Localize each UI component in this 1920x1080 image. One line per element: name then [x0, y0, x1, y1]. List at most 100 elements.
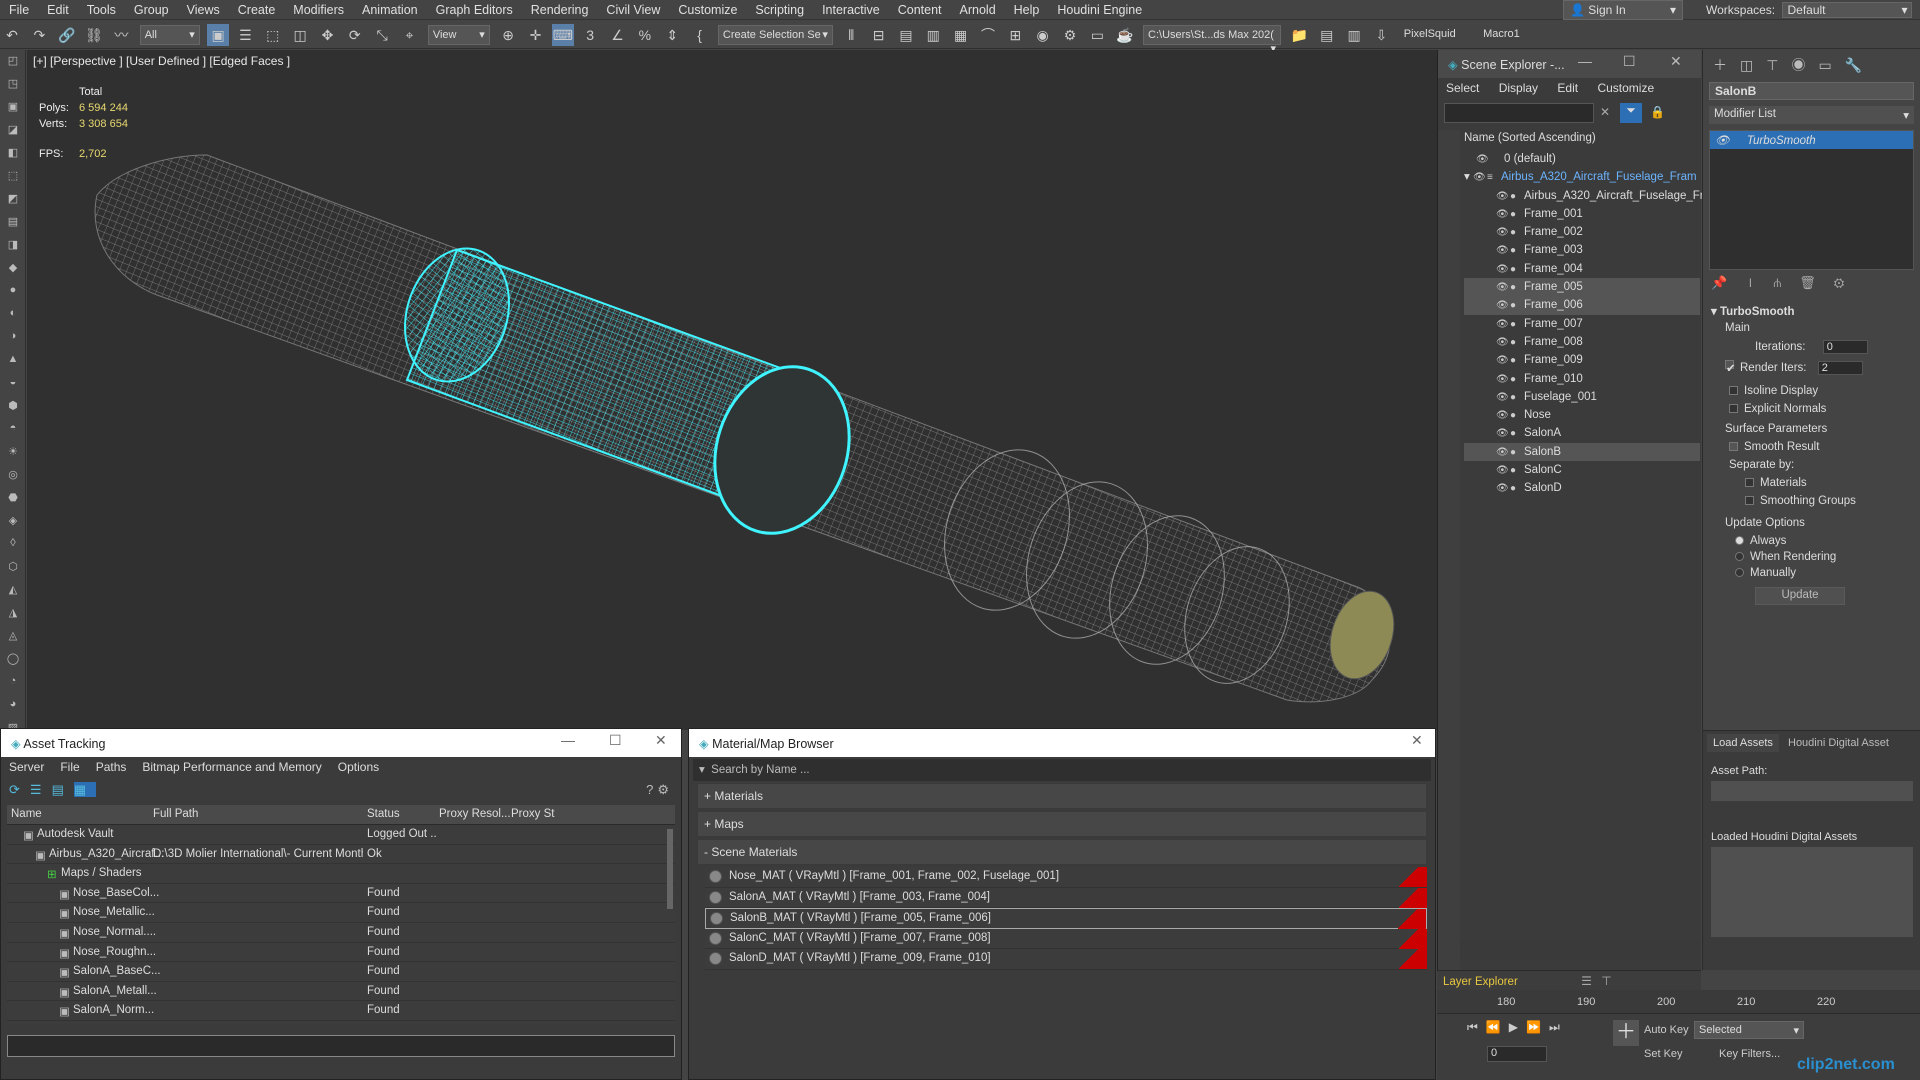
left-tool-15-icon[interactable]: ◒ — [4, 376, 22, 392]
section-scene-materials[interactable]: - Scene Materials — [697, 839, 1427, 865]
key-filters-button[interactable]: Key Filters... — [1719, 1048, 1780, 1060]
tab-houdini-digital-asset[interactable]: Houdini Digital Asset — [1782, 734, 1895, 752]
keyboard-shortcut-toggle-icon[interactable]: ⌨ — [551, 24, 574, 46]
next-frame-icon[interactable]: ⏩ — [1526, 1020, 1549, 1034]
menu-interactive[interactable]: Interactive — [813, 0, 889, 20]
search-input[interactable] — [1444, 103, 1594, 123]
left-tool-5-icon[interactable]: ◧ — [4, 146, 22, 162]
left-tool-2-icon[interactable]: ◳ — [4, 77, 22, 93]
viewport-perspective[interactable]: [+] [Perspective ] [User Defined ] [Edge… — [27, 50, 1437, 730]
visibility-eye-icon[interactable]: 👁 — [1496, 334, 1510, 352]
left-tool-13-icon[interactable]: ◑ — [4, 330, 22, 346]
scene-item[interactable]: 👁● Frame_005 — [1464, 278, 1700, 297]
settings-icon[interactable]: ⚙ — [657, 782, 673, 797]
menu-animation[interactable]: Animation — [353, 0, 427, 20]
visibility-eye-icon[interactable]: 👁 — [1496, 224, 1510, 242]
visibility-eye-icon[interactable]: 👁 — [1476, 151, 1490, 169]
scene-item[interactable]: 👁● Frame_003 — [1464, 241, 1700, 259]
table-row[interactable]: ▣ Nose_Metallic... Found — [7, 903, 675, 923]
visibility-eye-icon[interactable]: 👁 — [1496, 371, 1510, 389]
scene-item[interactable]: 👁● Nose — [1464, 406, 1700, 424]
left-tool-6-icon[interactable]: ⬚ — [4, 169, 22, 185]
create-tab-icon[interactable]: ＋ — [1713, 57, 1740, 73]
minimize-icon[interactable]: — — [561, 732, 575, 748]
scene-item[interactable]: 👁● Frame_007 — [1464, 315, 1700, 333]
collapse-icon[interactable]: ▾ — [1711, 306, 1717, 318]
modify-tab-icon[interactable]: ◫ — [1740, 57, 1766, 73]
scene-item[interactable]: 👁● Fuselage_001 — [1464, 388, 1700, 406]
menu-customize[interactable]: Customize — [669, 0, 746, 20]
left-tool-7-icon[interactable]: ◩ — [4, 192, 22, 208]
align-icon[interactable]: ⊟ — [868, 24, 890, 46]
link-icon[interactable]: 🔗 — [56, 24, 78, 46]
visibility-eye-icon[interactable]: 👁 — [1496, 316, 1510, 334]
left-tool-9-icon[interactable]: ◨ — [4, 238, 22, 254]
unlink-icon[interactable]: ⛓ — [83, 24, 105, 46]
scene-item[interactable]: 👁● Frame_004 — [1464, 260, 1700, 278]
table-row[interactable]: ▣ Airbus_A320_Aircraf... D:\3D Molier Inte… — [7, 845, 675, 865]
table-row[interactable]: ▣ Autodesk Vault Logged Out ... — [7, 825, 675, 845]
smooth-result-checkbox[interactable] — [1729, 442, 1738, 451]
add-key-icon[interactable]: ＋ — [1613, 1020, 1639, 1046]
lock-icon[interactable]: 🔒 — [1650, 105, 1665, 119]
redo-icon[interactable]: ↷ — [28, 24, 50, 46]
left-tool-23-icon[interactable]: ⬡ — [4, 560, 22, 576]
place-icon[interactable]: ⌖ — [398, 24, 420, 46]
scene-item[interactable]: 👁● SalonA — [1464, 424, 1700, 442]
menu-group[interactable]: Group — [125, 0, 178, 20]
project-path-dropdown[interactable]: C:\Users\St...ds Max 202(▾ — [1143, 25, 1282, 55]
menu-display[interactable]: Display — [1499, 81, 1538, 95]
left-tool-14-icon[interactable]: ▲ — [4, 353, 22, 369]
key-set-dropdown[interactable]: Selected ▾ — [1694, 1021, 1804, 1039]
percent-snap-icon[interactable]: % — [634, 24, 656, 46]
visibility-eye-icon[interactable]: 👁 — [1496, 425, 1510, 443]
menu-edit[interactable]: Edit — [1557, 81, 1578, 95]
prev-frame-icon[interactable]: ⏪ — [1486, 1020, 1509, 1034]
visibility-eye-icon[interactable]: 👁 — [1496, 480, 1510, 498]
left-tool-12-icon[interactable]: ◐ — [4, 307, 22, 323]
asset-menu-file[interactable]: File — [60, 760, 79, 774]
edit-named-selection-icon[interactable]: { — [689, 24, 711, 46]
menu-arnold[interactable]: Arnold — [951, 0, 1005, 20]
materials-checkbox[interactable] — [1745, 478, 1754, 487]
current-frame-field[interactable]: 0 — [1487, 1046, 1547, 1062]
configure-sets-icon[interactable]: ⚙ — [1834, 275, 1863, 290]
table-row[interactable]: ▣ Nose_Roughn... Found — [7, 943, 675, 963]
spinner-snap-icon[interactable]: ⇕ — [661, 24, 683, 46]
asset-menu-bitmap-performance-and-memory[interactable]: Bitmap Performance and Memory — [142, 760, 321, 774]
visibility-eye-icon[interactable]: 👁 — [1496, 389, 1510, 407]
scene-item[interactable]: 👁● Frame_002 — [1464, 223, 1700, 241]
scene-item[interactable]: 👁 0 (default) — [1464, 150, 1700, 168]
rollout-title[interactable]: TurboSmooth — [1720, 306, 1795, 318]
menu-edit[interactable]: Edit — [38, 0, 78, 20]
maximize-icon[interactable]: ☐ — [609, 732, 622, 749]
loaded-hda-list[interactable] — [1711, 847, 1913, 937]
eye-icon[interactable]: 👁 — [1715, 135, 1730, 147]
menu-select[interactable]: Select — [1446, 81, 1479, 95]
iterations-spinner[interactable]: 0 — [1822, 340, 1868, 354]
rendered-frame-window-icon[interactable]: ▭ — [1086, 24, 1108, 46]
column-header[interactable]: Full Path — [153, 808, 198, 820]
clear-search-icon[interactable]: ✕ — [1600, 105, 1610, 119]
snaps-toggle-icon[interactable]: 3 — [579, 24, 601, 46]
close-icon[interactable]: ✕ — [655, 732, 667, 749]
render-setup-icon[interactable]: ⚙ — [1059, 24, 1081, 46]
menu-tools[interactable]: Tools — [78, 0, 125, 20]
scene-item[interactable]: 👁● Frame_009 — [1464, 351, 1700, 369]
explicit-normals-checkbox[interactable] — [1729, 404, 1738, 413]
modifier-list-dropdown[interactable]: Modifier List ▾ — [1709, 106, 1914, 124]
table-row[interactable]: ▣ Nose_BaseCol... Found — [7, 884, 675, 904]
scene-item[interactable]: 👁● Frame_006 — [1464, 296, 1700, 315]
object-name-field[interactable]: SalonB — [1709, 82, 1914, 100]
export-icon[interactable]: ⇩ — [1370, 24, 1392, 46]
scene-item[interactable]: 👁● SalonB — [1464, 442, 1700, 462]
left-tool-17-icon[interactable]: ◓ — [4, 422, 22, 438]
workspaces-dropdown[interactable]: Default ▾ — [1782, 2, 1913, 18]
menu-scripting[interactable]: Scripting — [746, 0, 813, 20]
auto-key-button[interactable]: Auto Key — [1644, 1024, 1689, 1036]
asset-menu-options[interactable]: Options — [338, 760, 379, 774]
scene-item[interactable]: 👁● Frame_010 — [1464, 370, 1700, 388]
table-row[interactable]: ▣ SalonA_Norm... Found — [7, 1001, 675, 1021]
table-row[interactable]: ▣ Nose_Normal.... Found — [7, 923, 675, 943]
goto-end-icon[interactable]: ⏭ — [1549, 1020, 1568, 1034]
